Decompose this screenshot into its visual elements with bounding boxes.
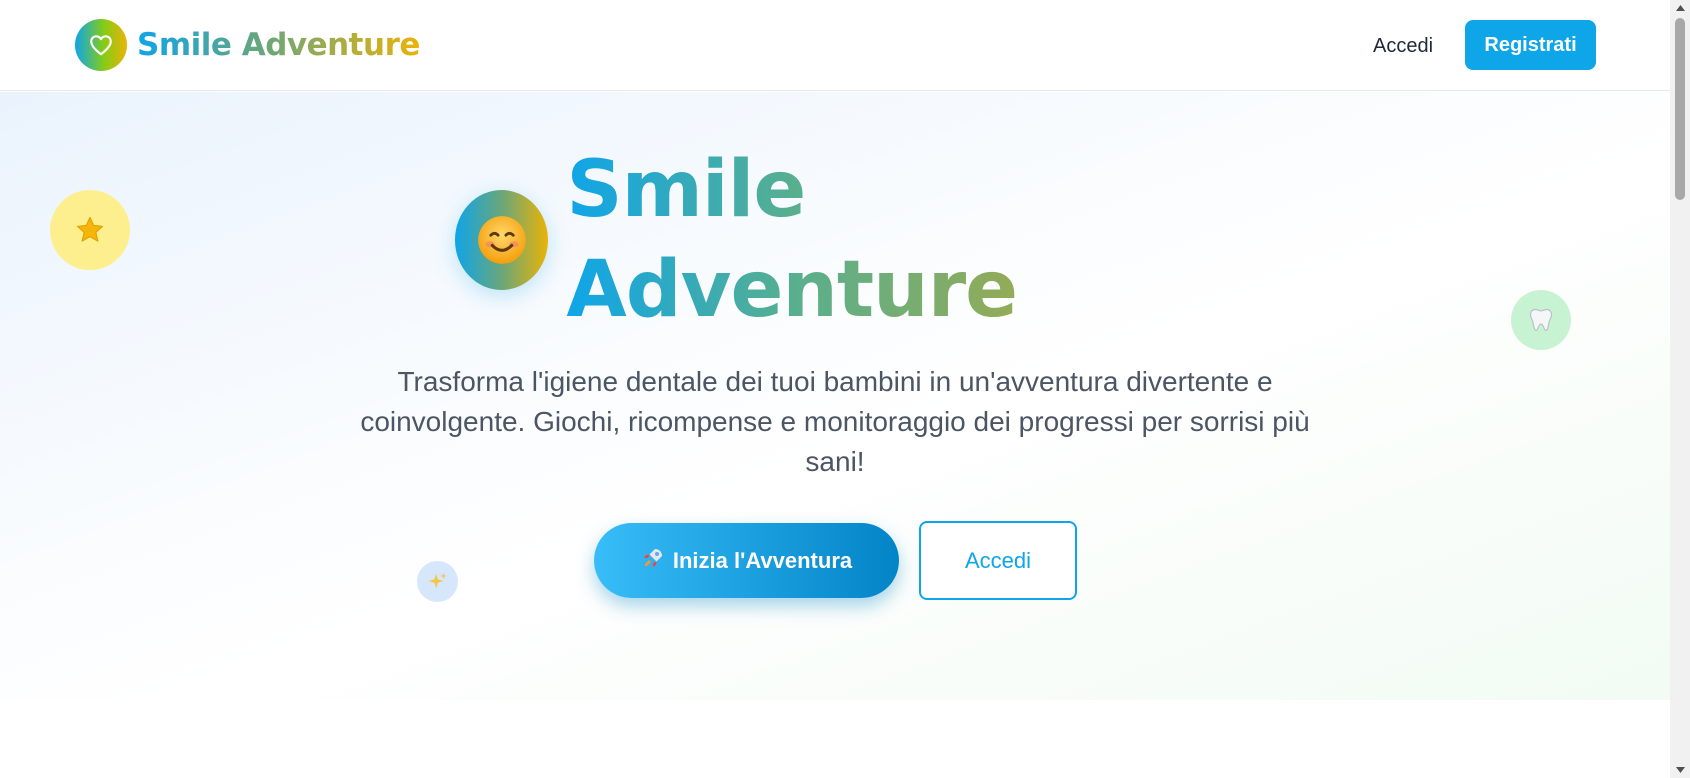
heart-icon — [75, 19, 127, 71]
login-link[interactable]: Accedi — [1358, 22, 1448, 70]
hero-description: Trasforma l'igiene dentale dei tuoi bamb… — [360, 366, 1310, 477]
page: Smile Adventure Accedi Registrati Smile … — [0, 0, 1690, 778]
hero-login-button[interactable]: Accedi — [919, 521, 1077, 600]
hero-heading: Smile Adventure — [455, 145, 1235, 335]
start-adventure-label: Inizia l'Avventura — [672, 547, 853, 573]
register-button[interactable]: Registrati — [1465, 20, 1596, 70]
vertical-scrollbar[interactable] — [1670, 0, 1690, 778]
hero-section: Smile Adventure Trasforma l'igiene denta… — [0, 92, 1670, 700]
hero-title: Smile Adventure — [566, 140, 1235, 340]
scroll-up-arrow-icon[interactable] — [1670, 0, 1690, 16]
rocket-icon — [641, 546, 665, 576]
scrollbar-thumb[interactable] — [1675, 18, 1685, 200]
tooth-icon — [1511, 290, 1571, 350]
start-adventure-button[interactable]: Inizia l'Avventura — [594, 523, 899, 598]
brand-name: Smile Adventure — [137, 27, 420, 63]
star-icon — [50, 190, 130, 270]
top-navbar: Smile Adventure Accedi Registrati — [0, 0, 1670, 91]
scroll-down-arrow-icon[interactable] — [1670, 762, 1690, 778]
brand[interactable]: Smile Adventure — [75, 19, 420, 71]
smiling-face-icon — [455, 190, 549, 290]
sparkle-icon — [417, 561, 458, 602]
